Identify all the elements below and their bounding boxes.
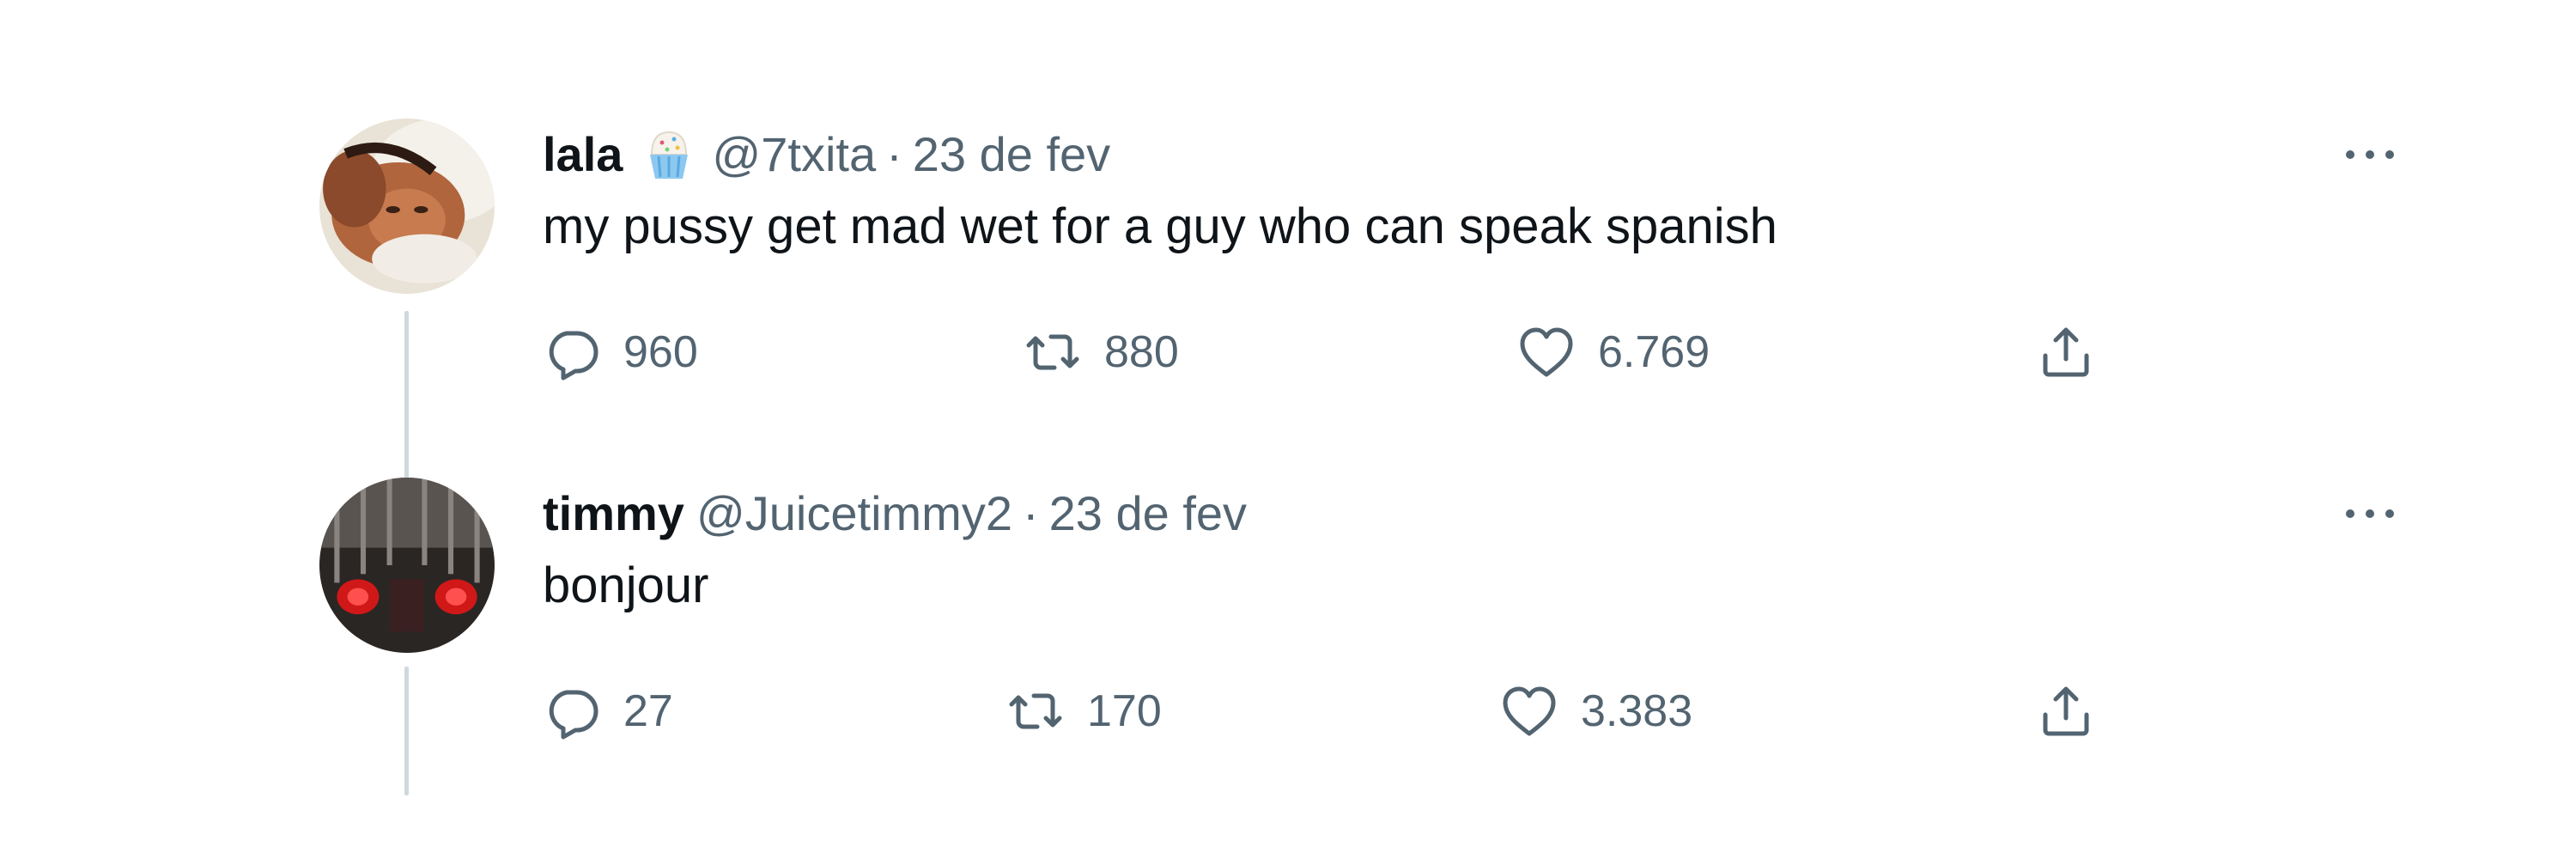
share-button[interactable] bbox=[2035, 677, 2097, 746]
like-icon bbox=[1498, 680, 1560, 742]
tweet-header: timmy @Juicetimmy2 · 23 de fev bbox=[543, 483, 1247, 543]
reply-count: 960 bbox=[623, 327, 698, 377]
tweet[interactable]: timmy @Juicetimmy2 · 23 de fev bonjour 2… bbox=[0, 471, 2576, 814]
separator: · bbox=[1022, 485, 1039, 540]
like-count: 6.769 bbox=[1598, 327, 1710, 377]
tweet-actions: 27 170 3.383 bbox=[0, 677, 2576, 746]
like-button[interactable]: 6.769 bbox=[1516, 318, 1710, 387]
reply-button[interactable]: 960 bbox=[541, 318, 698, 387]
tweet-header: lala @7txita · 23 de fev bbox=[543, 124, 1110, 184]
avatar-image bbox=[319, 478, 495, 653]
display-name[interactable]: timmy bbox=[543, 485, 684, 541]
user-handle[interactable]: @7txita bbox=[712, 126, 876, 182]
reply-icon bbox=[541, 680, 603, 742]
tweet-date[interactable]: 23 de fev bbox=[913, 126, 1110, 182]
more-icon[interactable] bbox=[2340, 137, 2400, 172]
retweet-icon bbox=[1005, 680, 1066, 742]
retweet-count: 170 bbox=[1087, 686, 1162, 736]
tweet[interactable]: lala @7txita · 23 de fev my pussy get ma… bbox=[0, 112, 2576, 569]
avatar[interactable] bbox=[319, 478, 495, 653]
more-icon[interactable] bbox=[2340, 497, 2400, 531]
retweet-button[interactable]: 880 bbox=[1022, 318, 1179, 387]
tweet-actions: 960 880 6.769 bbox=[0, 318, 2576, 387]
like-button[interactable]: 3.383 bbox=[1498, 677, 1692, 746]
share-button[interactable] bbox=[2035, 318, 2097, 387]
separator: · bbox=[886, 126, 902, 181]
like-count: 3.383 bbox=[1581, 686, 1693, 736]
share-icon bbox=[2035, 680, 2097, 742]
display-name[interactable]: lala bbox=[543, 126, 623, 182]
avatar[interactable] bbox=[319, 119, 495, 294]
retweet-button[interactable]: 170 bbox=[1005, 677, 1162, 746]
reply-button[interactable]: 27 bbox=[541, 677, 673, 746]
retweet-icon bbox=[1022, 321, 1084, 383]
like-icon bbox=[1516, 321, 1577, 383]
tweet-date[interactable]: 23 de fev bbox=[1049, 485, 1247, 541]
share-icon bbox=[2035, 321, 2097, 383]
reply-count: 27 bbox=[623, 686, 673, 736]
avatar-image bbox=[319, 119, 495, 294]
tweet-text: my pussy get mad wet for a guy who can s… bbox=[543, 198, 1777, 254]
user-handle[interactable]: @Juicetimmy2 bbox=[696, 485, 1012, 541]
reply-icon bbox=[541, 321, 603, 383]
cupcake-emoji-icon bbox=[643, 125, 695, 182]
tweet-text: bonjour bbox=[543, 557, 709, 613]
retweet-count: 880 bbox=[1104, 327, 1179, 377]
